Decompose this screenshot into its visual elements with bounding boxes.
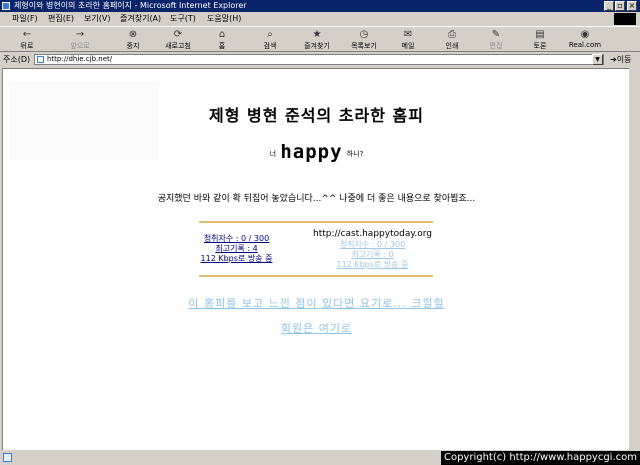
history-button[interactable]: ◷ 목록보기 <box>344 27 384 53</box>
page-content: 제형 병현 준석의 초라한 홈피 너 happy 하니? 공지했던 바와 같이 … <box>2 68 629 450</box>
print-button[interactable]: ⎙ 인쇄 <box>438 27 466 53</box>
mail-icon: ✉ <box>403 29 413 40</box>
address-bar: 주소(D) http://dhie.cjb.net/ ▼ ➜이동 <box>0 52 640 67</box>
cast-listener-count[interactable]: 청취자수 : 0 / 300 <box>311 240 434 250</box>
page-title: 제형 병현 준석의 초라한 홈피 <box>209 106 424 125</box>
member-link[interactable]: 회원은 여기로 <box>3 320 629 336</box>
favorites-button[interactable]: ★ 즐겨찾기 <box>294 27 340 53</box>
search-icon: ⌕ <box>267 29 273 40</box>
address-url: http://dhie.cjb.net/ <box>47 55 113 63</box>
broadcast-stats-left[interactable]: 청취자수 : 0 / 300 최고기록 : 4 112 Kbps로 방송 중 <box>199 234 274 264</box>
close-button[interactable]: × <box>627 1 637 11</box>
broadcast-stats-right: http://cast.happytoday.org 청취자수 : 0 / 30… <box>311 229 434 270</box>
back-icon: ← <box>22 29 32 40</box>
home-button[interactable]: ⌂ 홈 <box>208 27 236 53</box>
happy-slogan: 너 happy 하니? <box>3 141 629 163</box>
discuss-icon: ▤ <box>535 29 545 40</box>
stop-icon: ⊗ <box>128 29 138 40</box>
search-button[interactable]: ⌕ 검색 <box>255 27 285 53</box>
page-icon <box>37 56 44 63</box>
menu-edit[interactable]: 편집(E) <box>48 12 74 25</box>
menu-view[interactable]: 보기(V) <box>84 12 110 25</box>
menu-bar: 파일(F) 편집(E) 보기(V) 즐겨찾기(A) 도구(T) 도움말(H) <box>0 12 640 25</box>
status-bar: Copyright(c) http://www.happycgi.com <box>0 450 640 465</box>
menu-file[interactable]: 파일(F) <box>12 12 38 25</box>
realcom-icon: ◉ <box>580 29 590 40</box>
address-dropdown-button[interactable]: ▼ <box>592 54 603 65</box>
refresh-button[interactable]: ⟳ 새로고침 <box>158 27 198 53</box>
divider-bottom <box>199 275 433 277</box>
address-input[interactable]: http://dhie.cjb.net/ <box>34 54 604 65</box>
home-icon: ⌂ <box>218 29 226 40</box>
history-icon: ◷ <box>359 29 369 40</box>
listener-count[interactable]: 청취자수 : 0 / 300 <box>199 234 274 244</box>
slogan-post: 하니? <box>346 150 364 158</box>
scrollbar[interactable] <box>629 68 640 450</box>
feedback-link[interactable]: 이 홈피를 보고 느낀 점이 있다면 요기로... 크힐힐 <box>3 295 629 311</box>
forward-icon: → <box>75 29 85 40</box>
edit-button[interactable]: ✎ 편집 <box>482 27 510 53</box>
print-icon: ⎙ <box>448 29 456 40</box>
back-button[interactable]: ← 뒤로 <box>10 27 44 53</box>
divider-top <box>199 221 433 223</box>
discuss-button[interactable]: ▤ 토론 <box>526 27 554 53</box>
windows-logo-icon <box>614 13 636 25</box>
window-title: 제형이와 병현이의 초라한 홈페이지 - Microsoft Internet … <box>14 1 247 10</box>
ie-icon <box>2 2 10 10</box>
favorites-icon: ★ <box>312 29 322 40</box>
minimize-button[interactable]: _ <box>604 1 614 11</box>
cast-bitrate-status[interactable]: 112 Kbps로 방송 중 <box>311 260 434 270</box>
status-page-icon <box>3 453 12 462</box>
menu-tools[interactable]: 도구(T) <box>170 12 196 25</box>
mail-button[interactable]: ✉ 메일 <box>394 27 422 53</box>
bitrate-status[interactable]: 112 Kbps로 방송 중 <box>199 254 274 264</box>
maximize-button[interactable]: ▫ <box>615 1 625 11</box>
forward-button[interactable]: → 앞으로 <box>60 27 100 53</box>
record-count[interactable]: 최고기록 : 4 <box>199 244 274 254</box>
stop-button[interactable]: ⊗ 중지 <box>118 27 148 53</box>
slogan-happy-word: happy <box>280 141 343 163</box>
copyright-text: Copyright(c) http://www.happycgi.com <box>440 451 640 465</box>
title-bar: 제형이와 병현이의 초라한 홈페이지 - Microsoft Internet … <box>0 0 640 12</box>
go-label: 이동 <box>616 55 632 64</box>
cast-record-count[interactable]: 최고기록 : 0 <box>311 250 434 260</box>
edit-icon: ✎ <box>491 29 501 40</box>
menu-help[interactable]: 도움말(H) <box>207 12 241 25</box>
address-label: 주소(D) <box>3 55 31 64</box>
go-button[interactable]: ➜이동 <box>610 52 631 67</box>
menu-favorites[interactable]: 즐겨찾기(A) <box>120 12 161 25</box>
realcom-button[interactable]: ◉ Real.com <box>565 27 605 53</box>
refresh-icon: ⟳ <box>173 29 183 40</box>
notice-text: 공지했던 바와 같이 확 뒤집어 놓았습니다...^^ 나중에 더 좋은 내용으… <box>157 194 476 204</box>
slogan-pre: 너 <box>269 150 277 158</box>
toolbar: ← 뒤로 → 앞으로 ⊗ 중지 ⟳ 새로고침 ⌂ 홈 ⌕ 검색 ★ 즐겨찾기 ◷ 목록보기 ✉ 메… <box>0 26 640 52</box>
cast-url: http://cast.happytoday.org <box>312 229 432 239</box>
go-arrow-icon: ➜ <box>610 55 617 64</box>
